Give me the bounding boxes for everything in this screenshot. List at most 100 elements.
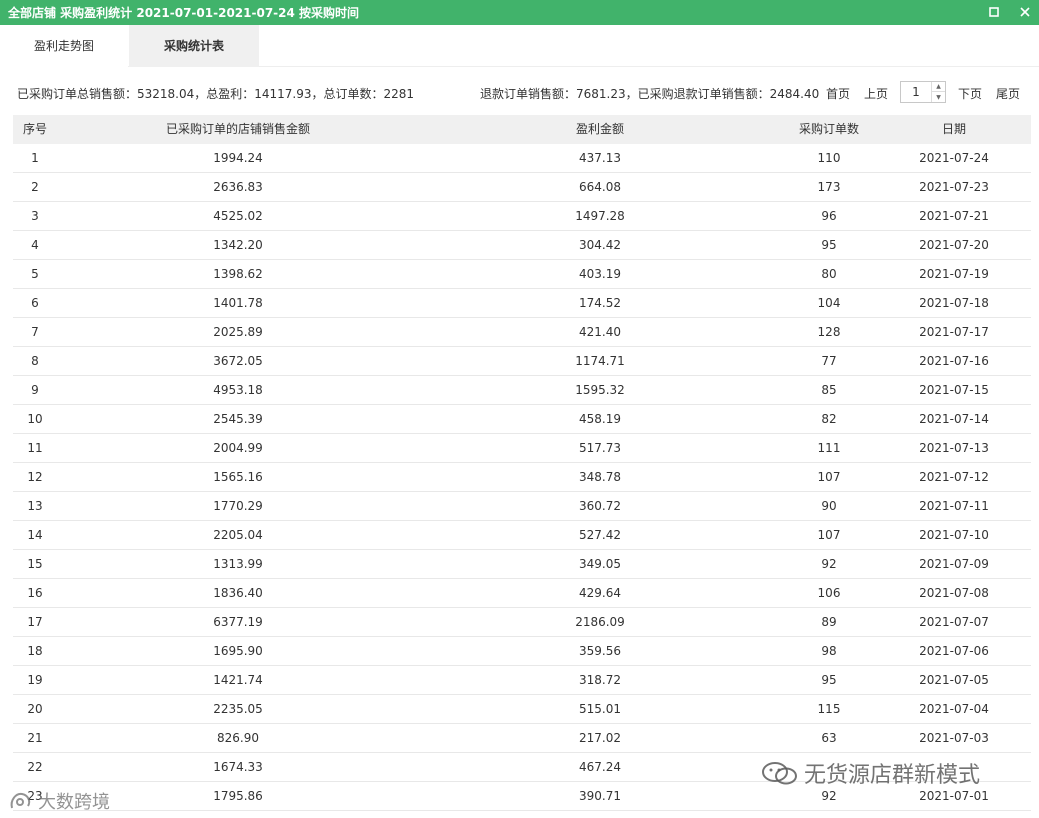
cell-sales: 1421.74 <box>213 673 263 687</box>
cell-order-count: 82 <box>821 412 837 426</box>
cell-date: 2021-07-03 <box>919 731 989 745</box>
close-button[interactable] <box>1016 3 1034 21</box>
cell-sales: 1795.86 <box>213 789 263 803</box>
cell-order-count: 77 <box>821 354 837 368</box>
cell-profit: 458.19 <box>579 412 621 426</box>
cell-sales: 4953.18 <box>213 383 263 397</box>
cell-index: 7 <box>31 325 39 339</box>
cell-order-count: 104 <box>817 296 841 310</box>
cell-order-count: 95 <box>821 238 837 252</box>
page-number-input[interactable] <box>901 82 931 102</box>
header-sales: 已采购订单的店铺销售金额 <box>165 122 310 136</box>
tab-purchase-stats[interactable]: 采购统计表 <box>129 25 259 67</box>
table-row: 11 2004.99 517.73 111 2021-07-13 <box>13 434 1031 463</box>
last-page-link[interactable]: 尾页 <box>996 85 1020 102</box>
cell-index: 10 <box>27 412 43 426</box>
cell-profit: 437.13 <box>579 151 621 165</box>
cell-sales: 1342.20 <box>213 238 263 252</box>
cell-profit: 174.52 <box>579 296 621 310</box>
header-index: 序号 <box>22 122 47 136</box>
cell-date: 2021-07-06 <box>919 644 989 658</box>
cell-index: 14 <box>27 528 43 542</box>
table-row: 7 2025.89 421.40 128 2021-07-17 <box>13 318 1031 347</box>
cell-order-count: 115 <box>817 702 841 716</box>
cell-sales: 4525.02 <box>213 209 263 223</box>
cell-sales: 1565.16 <box>213 470 263 484</box>
table-row: 21 826.90 217.02 63 2021-07-03 <box>13 724 1031 753</box>
table-row: 8 3672.05 1174.71 77 2021-07-16 <box>13 347 1031 376</box>
cell-sales: 6377.19 <box>213 615 263 629</box>
table-row: 4 1342.20 304.42 95 2021-07-20 <box>13 231 1031 260</box>
next-page-link[interactable]: 下页 <box>958 85 982 102</box>
cell-profit: 1174.71 <box>575 354 625 368</box>
page-number-stepper: ▲ ▼ <box>900 81 946 103</box>
cell-sales: 1313.99 <box>213 557 263 571</box>
cell-order-count: 106 <box>817 586 841 600</box>
table-row: 16 1836.40 429.64 106 2021-07-08 <box>13 579 1031 608</box>
cell-profit: 217.02 <box>579 731 621 745</box>
cell-index: 8 <box>31 354 39 368</box>
cell-order-count: 90 <box>821 499 837 513</box>
cell-profit: 527.42 <box>579 528 621 542</box>
cell-index: 16 <box>27 586 43 600</box>
cell-date: 2021-07-19 <box>919 267 989 281</box>
cell-order-count: 110 <box>817 151 841 165</box>
watermark-left-text: 大数跨境 <box>38 792 110 813</box>
table-row: 1 1994.24 437.13 110 2021-07-24 <box>13 144 1031 173</box>
cell-index: 1 <box>31 151 39 165</box>
window-title: 全部店铺 采购盈利统计 2021-07-01-2021-07-24 按采购时间 <box>8 6 360 20</box>
cell-index: 19 <box>27 673 43 687</box>
cell-sales: 1398.62 <box>213 267 263 281</box>
cell-index: 2 <box>31 180 39 194</box>
cell-index: 5 <box>31 267 39 281</box>
cell-profit: 1497.28 <box>575 209 625 223</box>
cell-order-count: 98 <box>821 644 837 658</box>
cell-date: 2021-07-07 <box>919 615 989 629</box>
table-row: 2 2636.83 664.08 173 2021-07-23 <box>13 173 1031 202</box>
prev-page-link[interactable]: 上页 <box>864 85 888 102</box>
cell-profit: 515.01 <box>579 702 621 716</box>
first-page-link[interactable]: 首页 <box>826 85 850 102</box>
watermark-left: 大数跨境 <box>8 788 110 814</box>
summary-totals: 已采购订单总销售额：53218.04，总盈利：14117.93，总订单数：228… <box>17 87 415 101</box>
cell-date: 2021-07-09 <box>919 557 989 571</box>
cell-order-count: 95 <box>821 673 837 687</box>
cell-sales: 2025.89 <box>213 325 263 339</box>
summary-refunds: 退款订单销售额：7681.23，已采购退款订单销售额：2484.40 <box>480 87 820 101</box>
cell-profit: 429.64 <box>579 586 621 600</box>
cell-sales: 1674.33 <box>213 760 263 774</box>
cell-profit: 349.05 <box>579 557 621 571</box>
cell-index: 15 <box>27 557 43 571</box>
cell-order-count: 107 <box>817 470 841 484</box>
window-titlebar: 全部店铺 采购盈利统计 2021-07-01-2021-07-24 按采购时间 <box>0 0 1039 25</box>
cell-order-count: 89 <box>821 615 837 629</box>
cell-profit: 304.42 <box>579 238 621 252</box>
table-row: 19 1421.74 318.72 95 2021-07-05 <box>13 666 1031 695</box>
cell-profit: 390.71 <box>579 789 621 803</box>
cell-sales: 1770.29 <box>213 499 263 513</box>
cell-index: 18 <box>27 644 43 658</box>
cell-profit: 318.72 <box>579 673 621 687</box>
cell-sales: 2004.99 <box>213 441 263 455</box>
cell-sales: 3672.05 <box>213 354 263 368</box>
table-row: 18 1695.90 359.56 98 2021-07-06 <box>13 637 1031 666</box>
cell-profit: 1595.32 <box>575 383 625 397</box>
cell-sales: 2205.04 <box>213 528 263 542</box>
cell-index: 6 <box>31 296 39 310</box>
page-down-button[interactable]: ▼ <box>931 92 945 102</box>
table-row: 14 2205.04 527.42 107 2021-07-10 <box>13 521 1031 550</box>
cell-index: 21 <box>27 731 43 745</box>
maximize-icon <box>989 7 999 17</box>
cell-order-count: 80 <box>821 267 837 281</box>
cell-date: 2021-07-20 <box>919 238 989 252</box>
cell-index: 20 <box>27 702 43 716</box>
tab-profit-trend[interactable]: 盈利走势图 <box>0 25 128 67</box>
table-row: 3 4525.02 1497.28 96 2021-07-21 <box>13 202 1031 231</box>
page-up-button[interactable]: ▲ <box>931 82 945 92</box>
cell-date: 2021-07-12 <box>919 470 989 484</box>
close-icon <box>1020 7 1030 17</box>
table-row: 9 4953.18 1595.32 85 2021-07-15 <box>13 376 1031 405</box>
cell-date: 2021-07-04 <box>919 702 989 716</box>
cell-sales: 2235.05 <box>213 702 263 716</box>
maximize-button[interactable] <box>985 3 1003 21</box>
